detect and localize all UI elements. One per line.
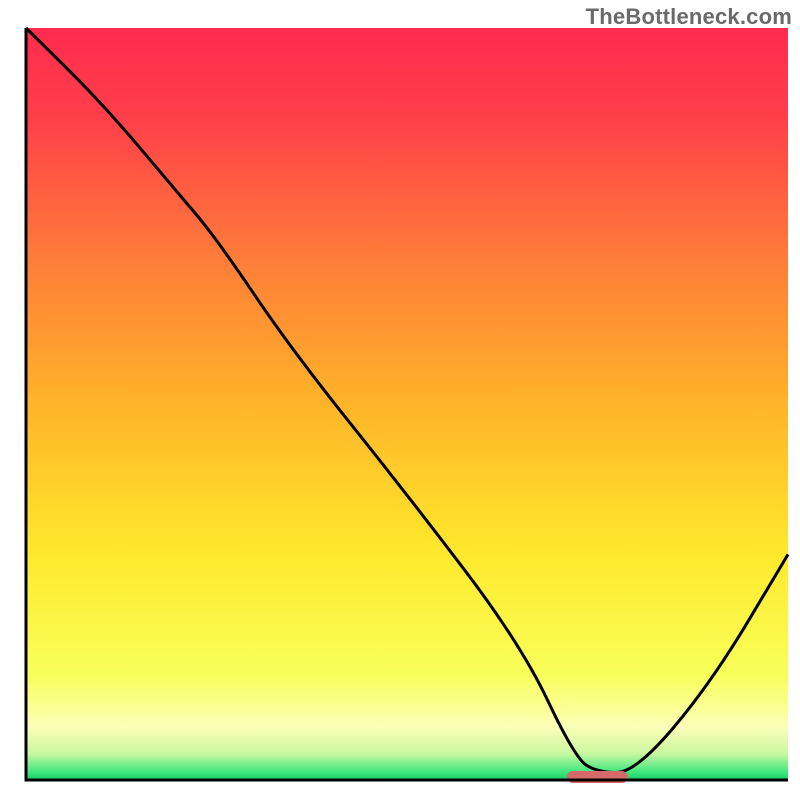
watermark-text: TheBottleneck.com xyxy=(586,4,792,30)
bottleneck-chart xyxy=(0,0,800,800)
plot-background xyxy=(26,28,788,780)
chart-container: TheBottleneck.com xyxy=(0,0,800,800)
